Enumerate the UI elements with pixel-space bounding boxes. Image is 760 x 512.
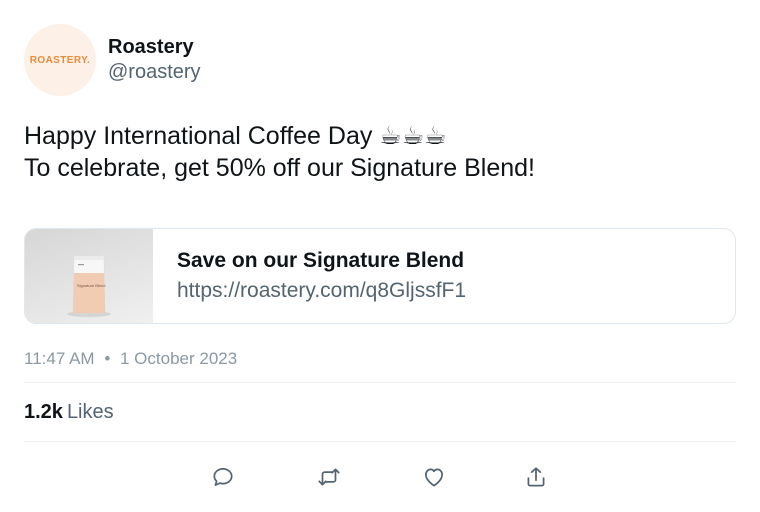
tweet-text: Happy International Coffee Day ☕☕☕ To ce… — [24, 120, 736, 184]
avatar[interactable]: ROASTERY. — [24, 24, 96, 96]
bag-label: Signature Blend — [77, 283, 105, 288]
likes-count: 1.2k — [24, 401, 63, 423]
tweet-text-line-1: Happy International Coffee Day ☕☕☕ — [24, 122, 447, 150]
meta-separator: • — [104, 349, 111, 368]
card-title[interactable]: Save on our Signature Blend — [177, 247, 466, 275]
likes-stat[interactable]: 1.2k Likes — [24, 399, 114, 425]
avatar-logo-text: ROASTERY. — [29, 54, 91, 66]
card-url[interactable]: https://roastery.com/q8GljssfF1 — [177, 277, 466, 305]
tweet-text-line-2: To celebrate, get 50% off our Signature … — [24, 154, 535, 182]
like-button[interactable] — [416, 459, 452, 495]
card-content: Save on our Signature Blend https://roas… — [153, 229, 466, 323]
reply-button[interactable] — [205, 459, 241, 495]
divider — [24, 382, 736, 383]
account-handle[interactable]: @roastery — [108, 60, 201, 84]
tweet-header: ROASTERY. Roastery @roastery — [24, 24, 201, 96]
coffee-bag-illustration: Signature Blend — [67, 255, 111, 317]
tweet-card: ROASTERY. Roastery @roastery Happy Inter… — [0, 0, 760, 512]
link-preview-card[interactable]: Signature Blend Save on our Signature Bl… — [24, 228, 736, 324]
product-image: Signature Blend — [25, 229, 153, 323]
retweet-icon — [318, 468, 340, 486]
retweet-button[interactable] — [311, 459, 347, 495]
account-names: Roastery @roastery — [108, 35, 201, 84]
like-icon — [425, 468, 443, 487]
tweet-date: 1 October 2023 — [120, 349, 238, 368]
share-icon — [527, 467, 545, 487]
action-bar — [0, 459, 760, 495]
likes-label: Likes — [66, 401, 114, 423]
tweet-timestamp[interactable]: 11:47 AM • 1 October 2023 — [24, 348, 237, 370]
display-name[interactable]: Roastery — [108, 35, 201, 60]
tweet-time: 11:47 AM — [24, 349, 95, 368]
reply-icon — [213, 468, 233, 486]
share-button[interactable] — [518, 459, 554, 495]
divider — [24, 441, 736, 442]
